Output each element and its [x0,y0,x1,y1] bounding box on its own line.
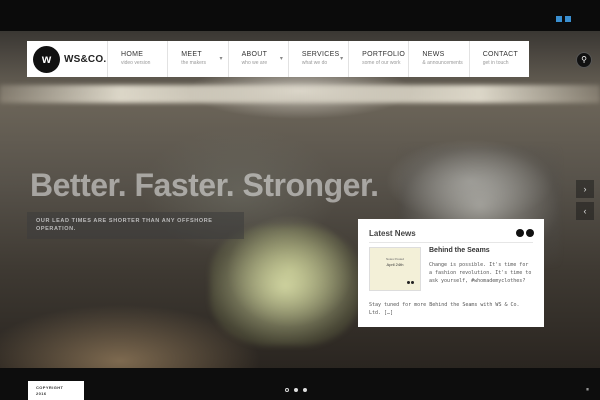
chevron-left-icon: ‹ [583,206,587,216]
latest-news-title: Latest News [369,229,416,238]
nav-item-title: NEWS [422,51,445,58]
hero-background-fabric [210,226,360,346]
nav-item-contact[interactable]: CONTACT get in touch [468,41,529,77]
pause-button[interactable]: ⏸ [586,387,589,394]
nav-item-title: HOME [121,51,144,58]
chevron-down-icon: ▾ [340,56,344,62]
latest-news-widget: Latest News Notes Posted April 24th Behi… [358,219,544,327]
news-divider [369,242,533,243]
nav-item-news[interactable]: NEWS & announcements [408,41,468,77]
nav-item-subtitle: some of our work [362,60,401,66]
hero-subtitle-line-1: OUR LEAD TIMES ARE SHORTER THAN ANY OFFS… [36,218,213,224]
nav-item-title: CONTACT [482,51,519,58]
thumbnail-date: April 24th [386,262,404,267]
nav-item-home[interactable]: HOME video version [107,41,167,77]
hero-subtitle-line-2: OPERATION. [36,226,76,232]
social-links [556,16,571,22]
nav-item-portfolio[interactable]: PORTFOLIO some of our work [348,41,408,77]
slide-pager-dot[interactable] [294,388,298,392]
news-pager [516,229,534,237]
news-post-title[interactable]: Behind the Seams [429,247,490,254]
logo[interactable]: w WS&CO. [27,41,107,77]
nav-items: HOME video version MEET the makers ▾ ABOUT who… [107,41,529,77]
prev-slide-button[interactable]: ‹ [576,202,594,220]
nav-item-subtitle: video version [121,60,151,66]
nav-item-meet[interactable]: MEET the makers ▾ [167,41,227,77]
search-button[interactable]: ⚲ [576,52,592,68]
copyright-box: COPYRIGHT 2016 [28,381,84,400]
nav-item-services[interactable]: SERVICES what we do ▾ [287,41,348,77]
news-post-excerpt: Change is possible. It's time for a fash… [429,262,532,284]
news-pager-dot[interactable] [526,229,534,237]
copyright-year: 2016 [36,391,47,396]
logo-mark: w [33,45,60,73]
logo-text: WS&CO. [64,53,107,65]
news-post-excerpt-continued: Stay tuned for more Behind the Seams wit… [369,302,520,316]
news-thumbnail[interactable]: Notes Posted April 24th [369,247,421,291]
next-slide-button[interactable]: › [576,180,594,198]
chevron-right-icon: › [583,184,587,194]
nav-item-about[interactable]: ABOUT who we are ▾ [227,41,288,77]
footer [0,368,600,400]
hero-background-lights [0,85,600,103]
chevron-down-icon: ▾ [219,56,223,62]
chevron-down-icon: ▾ [279,56,283,62]
news-pager-dot[interactable] [516,229,524,237]
main-navigation: w WS&CO. HOME video version MEET the makers… [27,41,529,77]
top-bar [0,0,600,31]
hero-headline: Better. Faster. Stronger. [30,167,379,203]
pause-icon: ⏸ [586,387,590,393]
nav-item-subtitle: get in touch [482,60,509,66]
slide-pager-dot[interactable] [285,388,289,392]
slide-pager [285,388,307,392]
nav-item-title: PORTFOLIO [362,51,406,58]
hero-subtitle-box: OUR LEAD TIMES ARE SHORTER THAN ANY OFFS… [27,212,244,239]
thumbnail-dots [407,281,414,284]
linkedin-icon[interactable] [565,16,571,22]
thumbnail-caption: Notes Posted [385,257,404,261]
nav-item-subtitle: & announcements [422,60,463,66]
search-icon: ⚲ [581,55,587,64]
twitter-icon[interactable] [556,16,562,22]
slide-pager-dot[interactable] [303,388,307,392]
